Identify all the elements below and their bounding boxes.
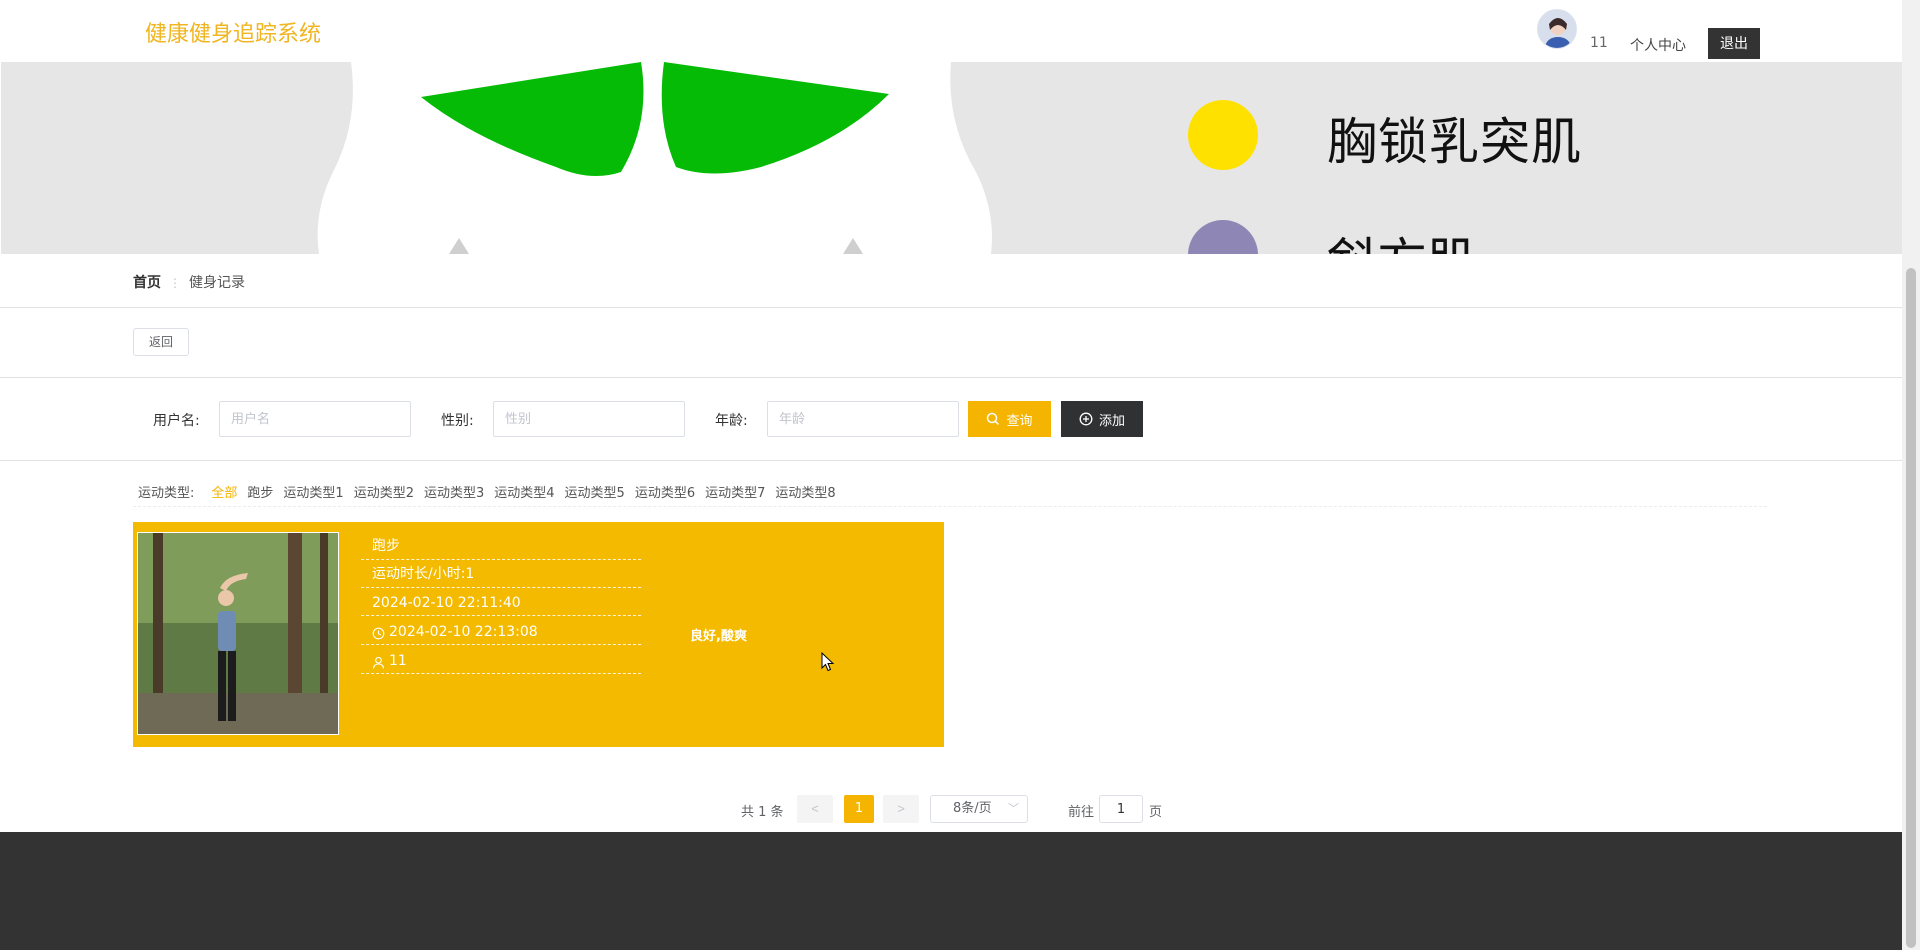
- record-feeling: 良好,酸爽: [690, 629, 747, 644]
- page-unit-label: 页: [1149, 805, 1163, 820]
- plus-circle-icon: [1079, 412, 1093, 426]
- clock-icon: [372, 627, 385, 640]
- goto-page-input[interactable]: [1099, 795, 1143, 823]
- search-icon: [987, 412, 1000, 426]
- banner-carousel[interactable]: 胸锁乳突肌 斜方肌: [1, 62, 1902, 254]
- breadcrumb: 首页 ⋮ 健身记录: [133, 272, 245, 292]
- add-button-label: 添加: [1098, 412, 1125, 428]
- record-created-time: 2024-02-10 22:13:08: [361, 616, 641, 645]
- breadcrumb-current: 健身记录: [189, 275, 245, 291]
- pagination-page-1[interactable]: 1: [844, 795, 874, 823]
- record-start-time: 2024-02-10 22:11:40: [361, 588, 641, 616]
- avatar-image: [1538, 10, 1576, 48]
- divider: [0, 460, 1902, 461]
- query-button[interactable]: 查询: [968, 401, 1051, 437]
- back-button[interactable]: 返回: [133, 328, 189, 356]
- username-text[interactable]: 11: [1590, 35, 1608, 51]
- user-icon: [372, 656, 385, 669]
- footer: [0, 832, 1902, 950]
- username-input[interactable]: [219, 401, 411, 437]
- category-type-3[interactable]: 运动类型3: [424, 482, 484, 501]
- record-duration-text: 运动时长/小时:1: [372, 566, 475, 582]
- pagination-next-button[interactable]: >: [883, 795, 919, 823]
- user-avatar[interactable]: [1537, 9, 1577, 49]
- category-label: 运动类型:: [138, 486, 195, 501]
- fitness-record-card[interactable]: 跑步 运动时长/小时:1 2024-02-10 22:11:40 2024-02…: [133, 522, 944, 747]
- age-input[interactable]: [767, 401, 959, 437]
- pagination-prev-button[interactable]: <: [797, 795, 833, 823]
- record-type: 跑步: [361, 532, 641, 560]
- gender-label: 性别:: [441, 413, 474, 429]
- breadcrumb-home[interactable]: 首页: [133, 275, 161, 291]
- page-size-select[interactable]: 8条/页 ﹀: [930, 795, 1028, 823]
- page-scrollbar[interactable]: [1902, 0, 1920, 950]
- category-all[interactable]: 全部: [211, 482, 237, 501]
- pagination: 共 1 条 < 1 > 8条/页 ﹀ 前往 页: [0, 795, 1902, 823]
- muscle-diagram-image: [317, 62, 1258, 254]
- top-navbar: 健康健身追踪系统 11 个人中心 退出: [0, 0, 1902, 62]
- record-created-time-text: 2024-02-10 22:13:08: [389, 624, 538, 640]
- age-label: 年龄:: [715, 413, 748, 429]
- breadcrumb-separator-icon: ⋮: [169, 276, 181, 290]
- goto-label: 前往: [1068, 805, 1095, 820]
- category-type-1[interactable]: 运动类型1: [283, 482, 343, 501]
- category-type-5[interactable]: 运动类型5: [565, 482, 625, 501]
- scrollbar-thumb[interactable]: [1906, 268, 1916, 948]
- category-type-4[interactable]: 运动类型4: [494, 482, 554, 501]
- pagination-total: 共 1 条: [741, 805, 784, 820]
- category-running[interactable]: 跑步: [247, 482, 273, 501]
- query-button-label: 查询: [1006, 412, 1033, 428]
- chevron-down-icon: ﹀: [1008, 802, 1019, 815]
- record-user: 11: [361, 645, 641, 674]
- category-type-2[interactable]: 运动类型2: [354, 482, 414, 501]
- category-filter: 运动类型: 全部 跑步 运动类型1 运动类型2 运动类型3 运动类型4 运动类型…: [138, 482, 846, 501]
- add-button[interactable]: 添加: [1061, 401, 1143, 437]
- category-type-6[interactable]: 运动类型6: [635, 482, 695, 501]
- record-user-text: 11: [389, 653, 407, 669]
- category-type-7[interactable]: 运动类型7: [705, 482, 765, 501]
- personal-center-link[interactable]: 个人中心: [1630, 35, 1686, 55]
- page: 健康健身追踪系统 11 个人中心 退出 胸锁乳突肌 斜方肌 首页 ⋮ 健身记录: [0, 0, 1920, 950]
- mouse-cursor-icon: [821, 652, 835, 672]
- record-start-time-text: 2024-02-10 22:11:40: [372, 595, 521, 611]
- divider: [0, 307, 1902, 308]
- legend-label-sternocleidomastoid: 胸锁乳突肌: [1327, 113, 1582, 171]
- exercise-photo-image: [138, 533, 338, 734]
- record-photo[interactable]: [137, 532, 339, 735]
- brand-title[interactable]: 健康健身追踪系统: [145, 16, 321, 48]
- divider: [0, 377, 1902, 378]
- record-details: 跑步 运动时长/小时:1 2024-02-10 22:11:40 2024-02…: [361, 532, 641, 674]
- username-label: 用户名:: [153, 413, 200, 429]
- gender-input[interactable]: [493, 401, 685, 437]
- record-duration: 运动时长/小时:1: [361, 560, 641, 588]
- category-type-8[interactable]: 运动类型8: [775, 482, 835, 501]
- divider: [133, 506, 1767, 507]
- record-type-text: 跑步: [372, 538, 400, 554]
- legend-label-trapezius: 斜方肌: [1327, 222, 1477, 254]
- logout-button[interactable]: 退出: [1708, 28, 1760, 59]
- page-size-value: 8条/页: [953, 801, 992, 816]
